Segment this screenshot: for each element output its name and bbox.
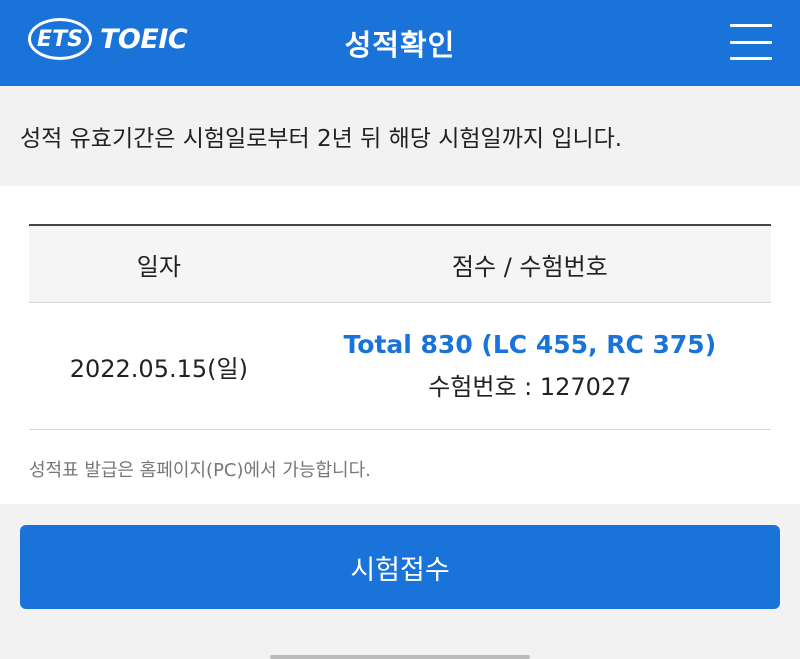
toeic-logo-text: TOEIC: [100, 23, 188, 55]
menu-line: [730, 40, 772, 44]
table-row: 2022.05.15(일) Total 830 (LC 455, RC 375)…: [29, 302, 771, 430]
hamburger-menu-icon[interactable]: [730, 24, 772, 60]
column-header-score: 점수 / 수험번호: [288, 225, 771, 303]
issuance-footnote: 성적표 발급은 홈페이지(PC)에서 가능합니다.: [29, 460, 371, 481]
app-header: ETS TOEIC 성적확인: [0, 0, 800, 86]
action-area: 시험접수: [0, 504, 800, 609]
apply-exam-button[interactable]: 시험접수: [20, 525, 780, 609]
exam-date: 2022.05.15(일): [29, 302, 289, 430]
menu-line: [730, 24, 772, 27]
ets-logo-mark: ETS: [28, 18, 92, 60]
score-card: 일자 점수 / 수험번호 2022.05.15(일) Total 830 (LC…: [0, 186, 800, 504]
page-title: 성적확인: [344, 28, 456, 62]
score-table: 일자 점수 / 수험번호 2022.05.15(일) Total 830 (LC…: [29, 224, 771, 430]
score-cell: Total 830 (LC 455, RC 375) 수험번호 : 127027: [288, 302, 771, 430]
table-header-row: 일자 점수 / 수험번호: [29, 225, 771, 303]
home-indicator: [270, 655, 530, 659]
registration-number: 수험번호 : 127027: [428, 373, 632, 401]
menu-line: [730, 57, 772, 60]
ets-toeic-logo[interactable]: ETS TOEIC: [28, 18, 188, 60]
total-score: Total 830 (LC 455, RC 375): [343, 330, 717, 359]
validity-notice: 성적 유효기간은 시험일로부터 2년 뒤 해당 시험일까지 입니다.: [0, 86, 800, 186]
column-header-date: 일자: [29, 225, 289, 303]
